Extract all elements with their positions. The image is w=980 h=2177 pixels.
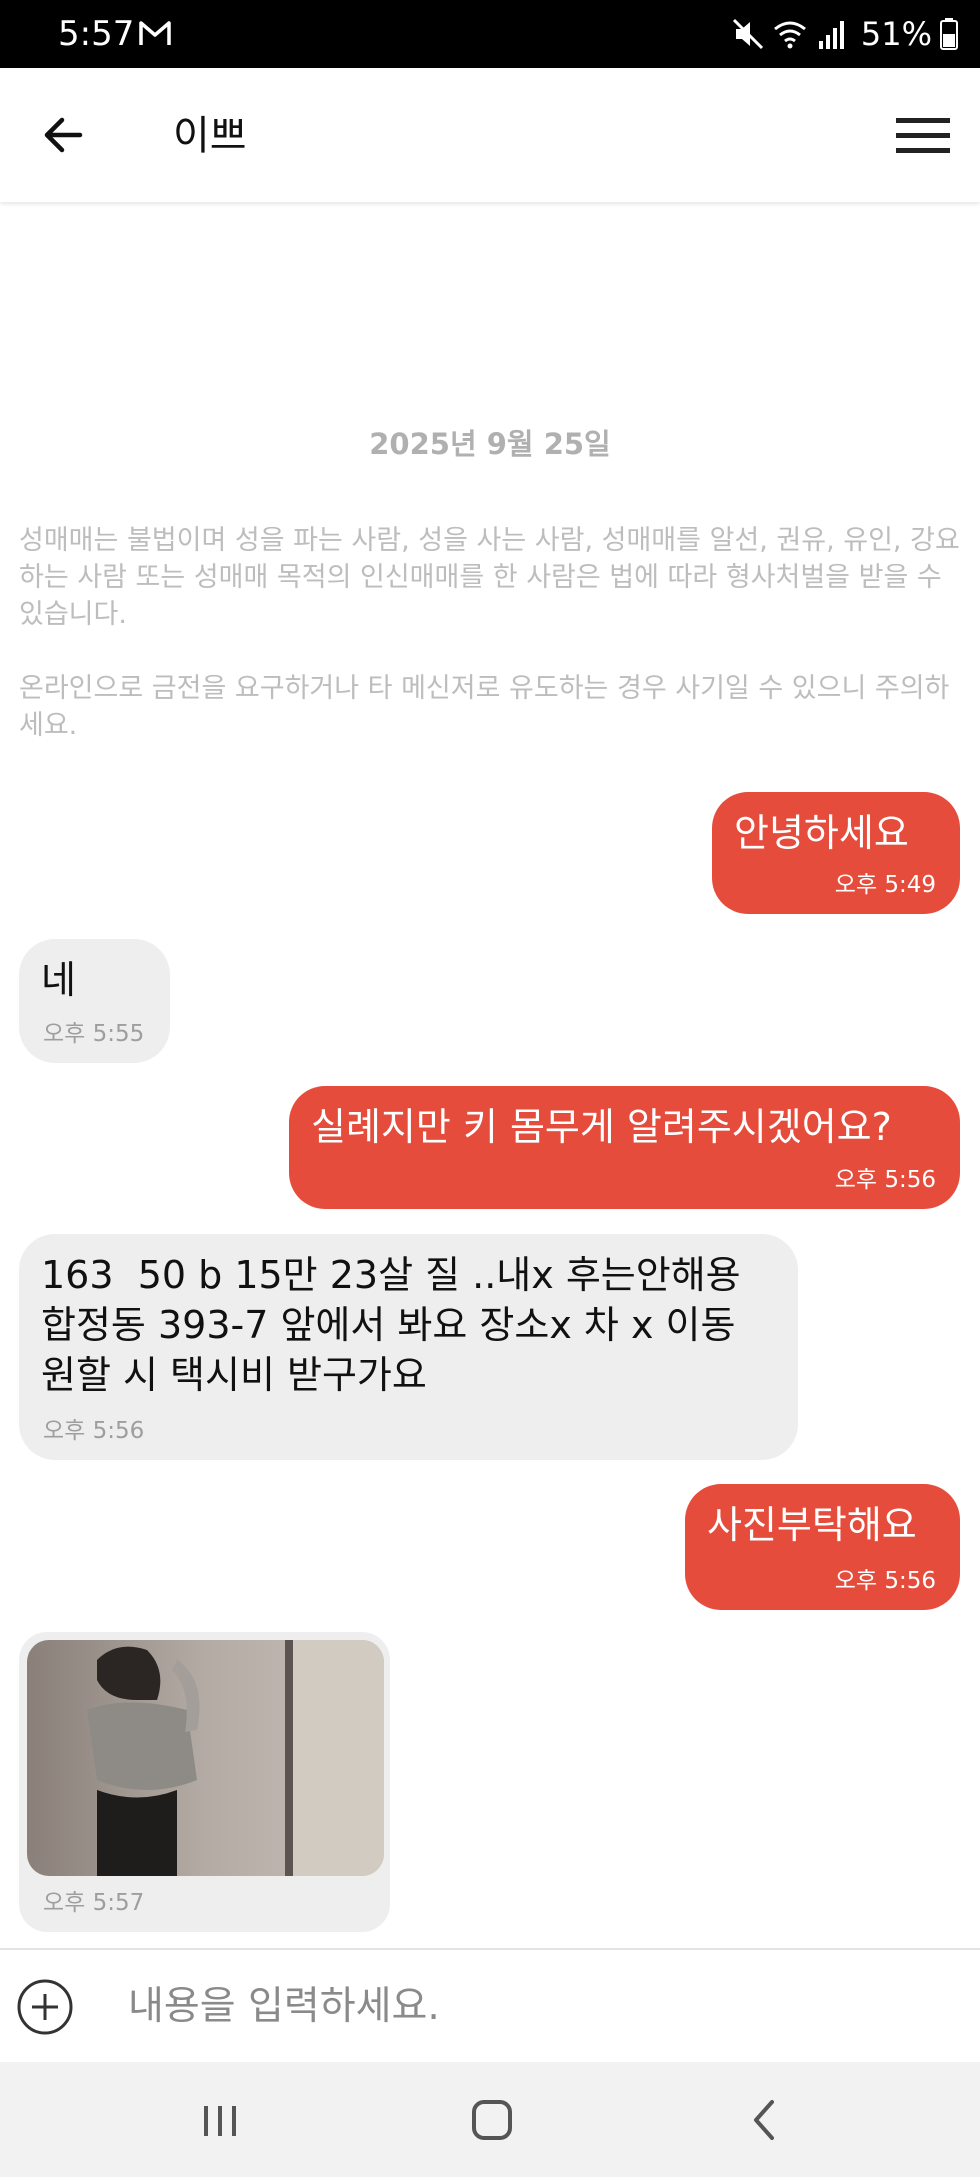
message-input[interactable] [128, 1972, 948, 2040]
status-bar: 5:57 51% [0, 0, 980, 68]
message-time: 오후 5:49 [834, 872, 936, 898]
gmail-icon [139, 21, 171, 45]
date-separator: 2025년 9월 25일 [369, 427, 611, 461]
battery-percent: 51% [860, 15, 932, 53]
message-text: 안녕하세요 [734, 811, 909, 855]
message-text: 사진부탁해요 [707, 1503, 917, 1547]
home-icon[interactable] [464, 2092, 520, 2148]
incoming-message[interactable]: 네 오후 5:55 [19, 939, 170, 1063]
incoming-photo-message[interactable]: 오후 5:57 [19, 1632, 390, 1932]
mute-icon [732, 18, 763, 50]
notice-paragraph: 온라인으로 금전을 요구하거나 타 메신저로 유도하는 경우 사기일 수 있으니… [19, 673, 950, 741]
outgoing-message[interactable]: 안녕하세요 오후 5:49 [712, 792, 960, 914]
status-time: 5:57 [58, 14, 135, 54]
contact-name: 이쁘 [173, 113, 247, 159]
message-input-bar [0, 1948, 980, 2062]
plus-circle-icon[interactable] [16, 1978, 74, 2036]
safety-notice: 성매매는 불법이며 성을 파는 사람, 성을 사는 사람, 성매매를 알선, 권… [19, 522, 969, 781]
incoming-message[interactable]: 163 50 b 15만 23살 질 ..내x 후는안해용 합정동 393-7 … [19, 1234, 798, 1460]
message-time: 오후 5:56 [834, 1167, 936, 1193]
message-time: 오후 5:56 [43, 1418, 145, 1444]
back-icon[interactable] [738, 2092, 794, 2148]
hamburger-menu-icon[interactable] [892, 108, 954, 164]
message-time: 오후 5:55 [43, 1021, 145, 1047]
outgoing-message[interactable]: 사진부탁해요 오후 5:56 [685, 1484, 960, 1610]
message-time: 오후 5:56 [834, 1568, 936, 1594]
message-text: 163 50 b 15만 23살 질 ..내x 후는안해용 합정동 393-7 … [41, 1253, 741, 1397]
chat-header: 이쁘 [0, 68, 980, 202]
battery-icon [940, 18, 958, 50]
wifi-icon [773, 21, 806, 49]
message-text: 네 [41, 958, 76, 1002]
message-time: 오후 5:57 [43, 1890, 145, 1916]
outgoing-message[interactable]: 실례지만 키 몸무게 알려주시겠어요? 오후 5:56 [289, 1086, 960, 1209]
system-nav-bar [0, 2062, 980, 2177]
signal-icon [818, 21, 844, 49]
message-text: 실례지만 키 몸무게 알려주시겠어요? [311, 1105, 892, 1149]
chat-area[interactable]: 2025년 9월 25일 성매매는 불법이며 성을 파는 사람, 성을 사는 사… [0, 202, 980, 1948]
back-arrow-icon[interactable] [36, 106, 94, 164]
notice-paragraph: 성매매는 불법이며 성을 파는 사람, 성을 사는 사람, 성매매를 알선, 권… [19, 525, 960, 630]
recent-apps-icon[interactable] [192, 2092, 248, 2148]
photo-attachment[interactable] [27, 1640, 384, 1876]
status-icons: 51% [731, 12, 958, 56]
photo-image [27, 1640, 384, 1876]
